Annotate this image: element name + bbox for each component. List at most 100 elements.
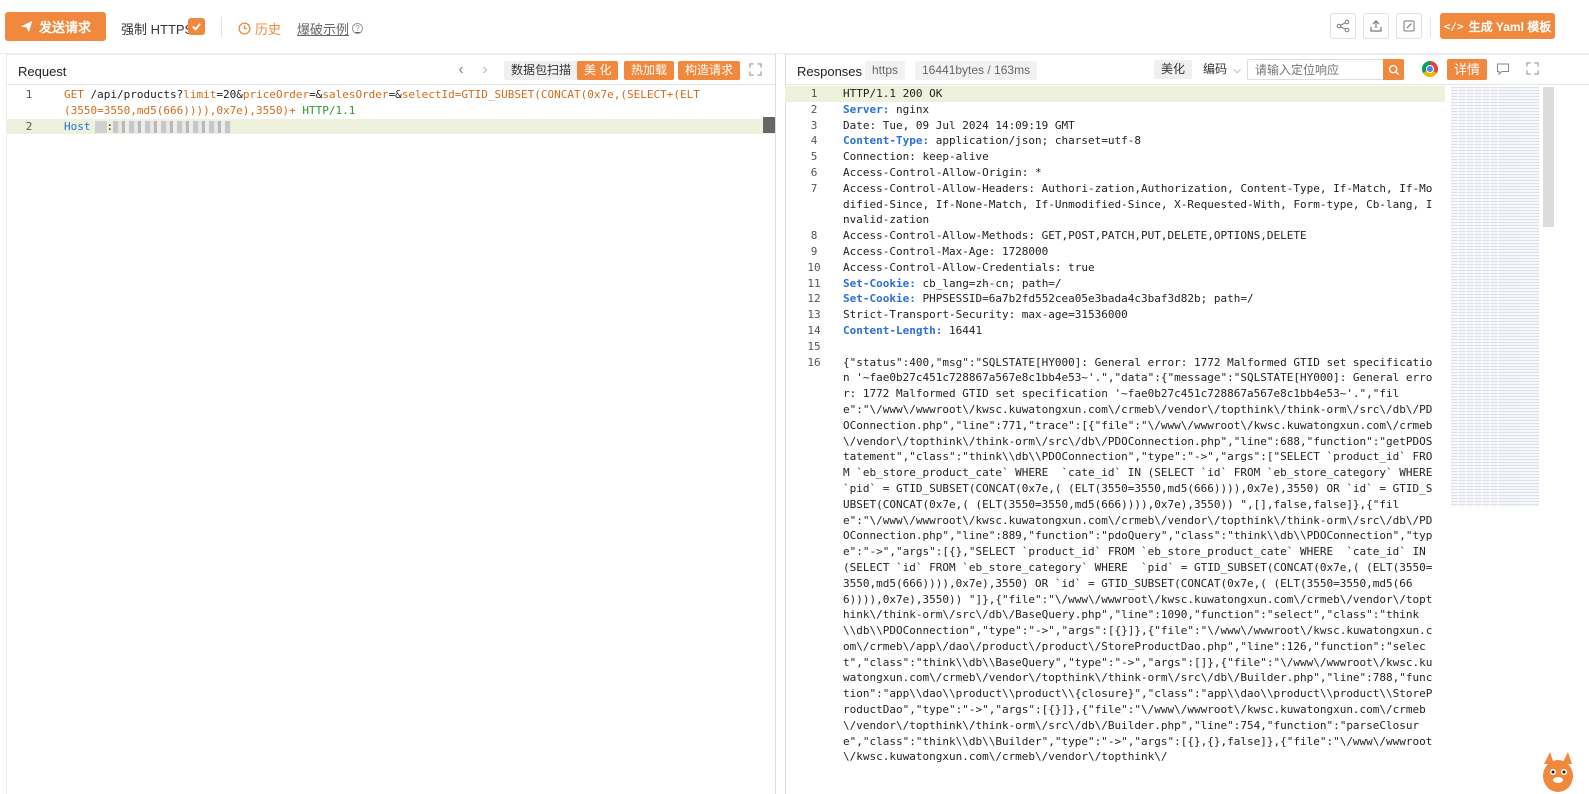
export-button[interactable]	[1363, 13, 1389, 39]
size-time-tag: 16441bytes / 163ms	[915, 61, 1038, 80]
locate-response-input[interactable]	[1247, 59, 1384, 80]
response-line: 14 Content-Length: 16441	[785, 323, 1445, 339]
response-line: 5 Connection: keep-alive	[785, 149, 1445, 165]
protocol-tag: https	[865, 61, 906, 80]
response-text: Access-Control-Allow-Credentials: true	[843, 260, 1095, 274]
search-icon	[1388, 64, 1399, 75]
chevron-down-icon: ⌵	[1233, 65, 1241, 76]
header-key: Host	[64, 119, 91, 133]
request-header: Request ‹ › 数据包扫描 美 化 热加载 构造请求	[7, 54, 775, 85]
response-line: 13 Strict-Transport-Security: max-age=315…	[785, 307, 1445, 323]
export-icon	[1370, 20, 1382, 32]
header-key: Server:	[843, 102, 890, 116]
response-line: 6 Access-Control-Allow-Origin: *	[785, 165, 1445, 181]
beautify-response-button[interactable]: 美化	[1154, 60, 1193, 79]
header-value: PHPSESSID=6a7b2fd552cea05e3bada4c3baf3d8…	[915, 292, 1254, 306]
scrollbar-thumb[interactable]	[763, 117, 775, 133]
construct-request-button[interactable]: 构造请求	[678, 61, 741, 80]
line-number: 11	[807, 276, 821, 290]
history-button[interactable]: 历史	[238, 19, 281, 38]
divider	[221, 17, 222, 37]
share-icon	[1336, 19, 1350, 33]
http-protocol: HTTP/1.1	[302, 103, 356, 117]
chrome-icon[interactable]	[1422, 61, 1438, 77]
top-toolbar: 发送请求 强制 HTTPS 历史 爆破示例 ? </> 生成 Yaml 模板	[0, 0, 1589, 54]
packet-scan-button[interactable]: 数据包扫描	[504, 61, 579, 80]
request-editor[interactable]: 1 GET /api/products?limit=20&priceOrder=…	[7, 86, 775, 135]
mascot-icon[interactable]	[1536, 746, 1576, 794]
response-text: HTTP/1.1 200 OK	[843, 87, 943, 100]
header-key: Set-Cookie:	[843, 276, 916, 290]
line-number: 14	[807, 323, 821, 337]
send-request-label: 发送请求	[38, 20, 91, 35]
line-number: 15	[807, 339, 821, 353]
clock-icon	[238, 22, 251, 35]
blast-example-label: 爆破示例	[297, 22, 350, 37]
help-icon[interactable]: ?	[352, 23, 364, 34]
share-button[interactable]	[1330, 13, 1356, 39]
response-text: Access-Control-Allow-Methods: GET,POST,P…	[843, 229, 1307, 243]
param-value: =20&	[216, 88, 243, 101]
param-name: limit	[183, 88, 217, 101]
header-key: Content-Type:	[843, 134, 930, 148]
force-https-label: 强制 HTTPS	[121, 22, 194, 37]
hot-load-button[interactable]: 热加载	[624, 61, 675, 80]
response-line: 3 Date: Tue, 09 Jul 2024 14:09:19 GMT	[785, 118, 1445, 134]
response-text: Access-Control-Allow-Headers: Authori-za…	[843, 181, 1433, 227]
param-name: salesOrder	[322, 88, 389, 101]
line-number: 6	[810, 165, 818, 179]
force-https-checkbox[interactable]	[188, 18, 205, 35]
http-method: GET	[64, 88, 84, 101]
scrollbar-thumb[interactable]	[1543, 87, 1554, 227]
param-name: selectId	[401, 88, 455, 101]
response-line: 10 Access-Control-Allow-Credentials: true	[785, 260, 1445, 276]
line-number: 1	[810, 87, 818, 100]
code-icon: </>	[1443, 19, 1464, 33]
detail-button[interactable]: 详情	[1447, 59, 1488, 80]
line-number: 12	[807, 292, 821, 306]
response-line: 11 Set-Cookie: cb_lang=zh-cn; path=/	[785, 276, 1445, 292]
line-number: 13	[807, 308, 821, 322]
response-title: Responses	[797, 64, 863, 79]
encoding-select[interactable]: 编码 ⌵	[1198, 60, 1245, 79]
header-value: application/json; charset=utf-8	[929, 134, 1142, 148]
response-line: 7 Access-Control-Allow-Headers: Authori-z…	[785, 181, 1445, 228]
response-line: 2 Server: nginx	[785, 102, 1445, 118]
line-number: 9	[810, 244, 818, 258]
response-text: Connection: keep-alive	[843, 150, 989, 164]
generate-yaml-label: 生成 Yaml 模板	[1468, 19, 1552, 34]
expand-icon[interactable]	[1526, 62, 1539, 75]
line-number: 7	[810, 181, 818, 195]
generate-yaml-button[interactable]: </> 生成 Yaml 模板	[1440, 13, 1555, 39]
response-viewer[interactable]: 1 HTTP/1.1 200 OK 2 Server: nginx 3 Date: Tue…	[785, 86, 1445, 765]
response-line: 1 HTTP/1.1 200 OK	[785, 86, 1445, 102]
line-number: 5	[810, 150, 818, 164]
expand-icon[interactable]	[749, 63, 762, 76]
response-line: 8 Access-Control-Allow-Methods: GET,POST,…	[785, 228, 1445, 244]
edit-button[interactable]	[1396, 13, 1422, 39]
comment-icon[interactable]	[1496, 62, 1510, 76]
response-text: {"status":400,"msg":"SQLSTATE[HY000]: Ge…	[843, 355, 1446, 764]
beautify-request-button[interactable]: 美 化	[577, 61, 619, 80]
header-value: 16441	[942, 323, 983, 337]
line-number: 1	[25, 88, 33, 101]
response-line: 4 Content-Type: application/json; charset…	[785, 133, 1445, 149]
chevron-left-icon[interactable]: ‹	[454, 61, 468, 79]
send-request-button[interactable]: 发送请求	[5, 12, 106, 41]
redacted-chip	[94, 120, 107, 133]
blast-example-link[interactable]: 爆破示例 ?	[297, 19, 364, 38]
param-value: =&	[309, 88, 323, 101]
search-button[interactable]	[1383, 59, 1404, 80]
response-text: Access-Control-Allow-Origin: *	[843, 165, 1042, 179]
encoding-label: 编码	[1203, 62, 1228, 76]
chevron-right-icon[interactable]: ›	[478, 61, 492, 79]
divider	[1430, 17, 1431, 37]
response-line: 9 Access-Control-Max-Age: 1728000	[785, 244, 1445, 260]
response-text: Access-Control-Max-Age: 1728000	[843, 244, 1049, 258]
redacted-host-value	[113, 120, 232, 133]
line-number: 8	[810, 229, 818, 243]
edit-icon	[1403, 20, 1415, 32]
line-number: 2	[810, 102, 818, 116]
header-value: cb_lang=zh-cn; path=/	[915, 276, 1062, 290]
code-minimap[interactable]	[1451, 87, 1539, 507]
